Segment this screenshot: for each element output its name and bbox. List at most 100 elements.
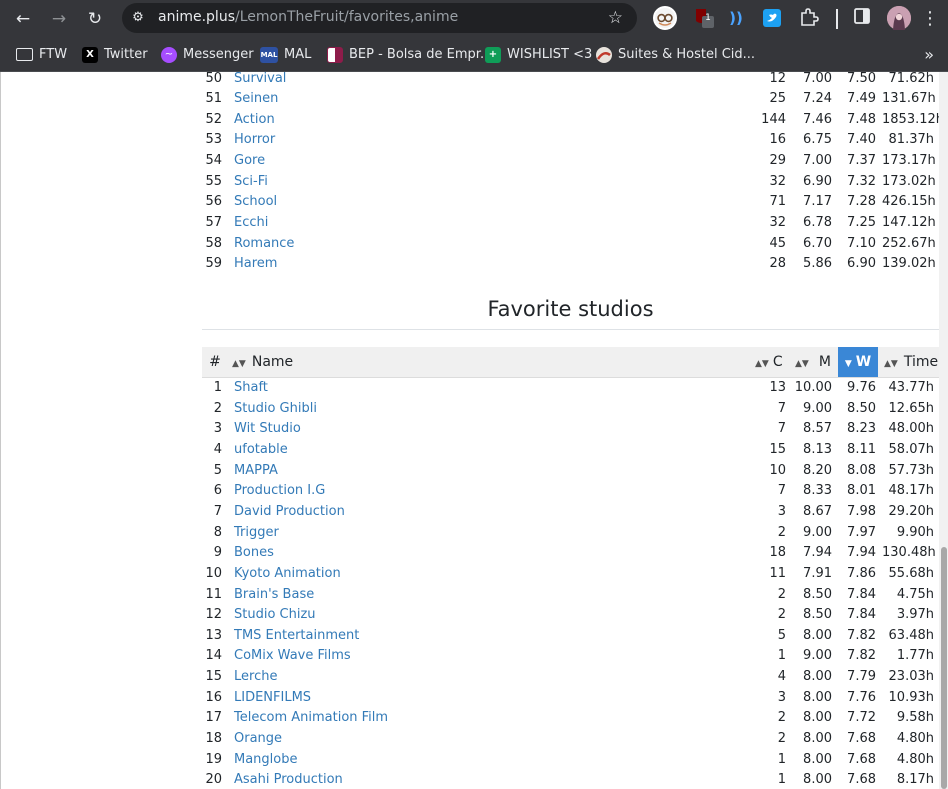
table-row: 8 Trigger 2 9.00 7.97 9.90h xyxy=(202,523,939,544)
bookmark-hostel[interactable]: Suites & Hostel Cid... xyxy=(596,38,755,71)
page-content: 50 Survival 12 7.00 7.50 71.62h 51 Seinen 25 7.24… xyxy=(0,72,948,789)
row-name-link[interactable]: MAPPA xyxy=(234,461,278,482)
ublock-extension-icon[interactable]: 1 xyxy=(694,7,714,29)
row-weighted-score: 7.25 xyxy=(847,215,876,231)
row-name-link[interactable]: Seinen xyxy=(234,89,278,110)
row-name-link[interactable]: Orange xyxy=(234,729,282,750)
row-mean-score: 7.24 xyxy=(803,91,832,107)
row-name-link[interactable]: Sci-Fi xyxy=(234,172,268,193)
row-name-link[interactable]: Studio Ghibli xyxy=(234,399,317,420)
row-weighted-score: 7.28 xyxy=(847,194,876,210)
table-row: 4 ufotable 15 8.13 8.11 58.07h xyxy=(202,440,939,461)
row-mean-score: 9.00 xyxy=(803,524,832,540)
wireless-extension-icon[interactable]: )) xyxy=(726,7,746,29)
bookmark-twitter[interactable]: X Twitter xyxy=(82,38,148,71)
bookmark-star-icon[interactable]: ☆ xyxy=(608,8,623,28)
row-name-link[interactable]: Bones xyxy=(234,543,274,564)
row-name-link[interactable]: Wit Studio xyxy=(234,419,301,440)
url-path: /LemonTheFruit/favorites,anime xyxy=(235,9,459,25)
row-name-link[interactable]: Studio Chizu xyxy=(234,605,316,626)
row-name-link[interactable]: Telecom Animation Film xyxy=(234,708,388,729)
row-weighted-score: 7.40 xyxy=(847,132,876,148)
row-time: 173.17h xyxy=(882,153,936,169)
bookmark-bep[interactable]: BEP - Bolsa de Empr... xyxy=(327,38,492,71)
row-count: 16 xyxy=(769,132,786,148)
row-time: 4.75h xyxy=(896,586,934,602)
row-name-link[interactable]: ufotable xyxy=(234,440,288,461)
row-name-link[interactable]: LIDENFILMS xyxy=(234,688,311,709)
header-weighted[interactable]: ▼︎ W xyxy=(838,347,878,377)
url-text[interactable]: anime.plus/LemonTheFruit/favorites,anime xyxy=(158,9,458,25)
row-rank: 10 xyxy=(205,565,222,581)
row-name-link[interactable]: Horror xyxy=(234,130,275,151)
row-name-link[interactable]: Kyoto Animation xyxy=(234,564,341,585)
table-row: 1 Shaft 13 10.00 9.76 43.77h xyxy=(202,378,939,399)
row-name-link[interactable]: Trigger xyxy=(234,523,279,544)
forward-arrow-icon[interactable]: → xyxy=(45,5,73,33)
bookmark-label: FTW xyxy=(39,47,68,62)
profile-extension-icon[interactable] xyxy=(653,6,677,30)
row-name-link[interactable]: Ecchi xyxy=(234,213,268,234)
header-name[interactable]: ▲︎▼︎ Name xyxy=(232,347,293,377)
extensions-puzzle-icon[interactable] xyxy=(798,7,820,29)
row-mean-score: 7.17 xyxy=(803,194,832,210)
row-mean-score: 8.00 xyxy=(803,669,832,685)
row-name-link[interactable]: Asahi Production xyxy=(234,770,343,789)
row-weighted-score: 7.79 xyxy=(847,669,876,685)
row-count: 28 xyxy=(769,256,786,272)
row-weighted-score: 7.68 xyxy=(847,751,876,767)
row-rank: 16 xyxy=(205,689,222,705)
row-weighted-score: 7.94 xyxy=(847,545,876,561)
row-weighted-score: 7.84 xyxy=(847,607,876,623)
row-name-link[interactable]: Brain's Base xyxy=(234,585,314,606)
more-bookmarks-icon[interactable]: » xyxy=(924,38,934,71)
row-name-link[interactable]: Romance xyxy=(234,234,294,255)
row-time: 57.73h xyxy=(888,462,934,478)
row-count: 2 xyxy=(777,731,786,747)
row-count: 3 xyxy=(777,689,786,705)
row-name-link[interactable]: Production I.G xyxy=(234,481,325,502)
bookmark-mal[interactable]: MAL MAL xyxy=(260,38,311,71)
row-weighted-score: 8.11 xyxy=(847,441,876,457)
bookmark-ftw[interactable]: FTW xyxy=(16,38,67,71)
twitter-extension-icon[interactable] xyxy=(763,9,781,27)
row-name-link[interactable]: Manglobe xyxy=(234,750,298,771)
site-settings-icon[interactable]: ⚙ xyxy=(130,10,146,26)
folder-icon xyxy=(16,48,33,61)
address-bar[interactable]: ⚙ anime.plus/LemonTheFruit/favorites,ani… xyxy=(122,3,637,33)
back-arrow-icon[interactable]: ← xyxy=(9,5,37,33)
side-panel-icon[interactable] xyxy=(852,7,872,29)
row-count: 32 xyxy=(769,215,786,231)
header-time[interactable]: ▲︎▼︎ Time xyxy=(884,347,939,377)
row-name-link[interactable]: School xyxy=(234,192,277,213)
bookmark-messenger[interactable]: ~ Messenger xyxy=(161,38,254,71)
mal-icon: MAL xyxy=(260,46,278,63)
table-row: 3 Wit Studio 7 8.57 8.23 48.00h xyxy=(202,419,939,440)
row-mean-score: 6.70 xyxy=(803,235,832,251)
row-mean-score: 7.94 xyxy=(803,545,832,561)
browser-menu-icon[interactable]: ⋮ xyxy=(920,5,940,33)
row-name-link[interactable]: Action xyxy=(234,110,275,131)
avatar[interactable] xyxy=(887,6,911,30)
table-row: 56 School 71 7.17 7.28 426.15h xyxy=(202,192,939,213)
row-name-link[interactable]: CoMix Wave Films xyxy=(234,646,351,667)
row-name-link[interactable]: TMS Entertainment xyxy=(234,626,359,647)
scrollbar-thumb[interactable] xyxy=(941,547,947,789)
row-name-link[interactable]: Shaft xyxy=(234,378,268,399)
reload-icon[interactable]: ↻ xyxy=(81,5,109,33)
studios-table-header: # ▲︎▼︎ Name ▲︎▼︎ C ▲︎▼︎ M ▼︎ W ▲︎▼︎ Time xyxy=(202,347,939,378)
bookmark-wishlist[interactable]: + WISHLIST <3 xyxy=(485,38,592,71)
row-count: 7 xyxy=(777,400,786,416)
row-name-link[interactable]: Harem xyxy=(234,254,277,275)
header-mean[interactable]: ▲︎▼︎ M xyxy=(795,347,835,377)
row-name-link[interactable]: Lerche xyxy=(234,667,277,688)
row-count: 13 xyxy=(769,380,786,395)
row-name-link[interactable]: Gore xyxy=(234,151,265,172)
row-name-link[interactable]: Survival xyxy=(234,72,286,89)
row-mean-score: 6.90 xyxy=(803,173,832,189)
header-count[interactable]: ▲︎▼︎ C xyxy=(755,347,791,377)
header-time-label: Time xyxy=(903,354,939,370)
row-rank: 55 xyxy=(205,173,222,189)
row-rank: 58 xyxy=(205,235,222,251)
row-name-link[interactable]: David Production xyxy=(234,502,345,523)
